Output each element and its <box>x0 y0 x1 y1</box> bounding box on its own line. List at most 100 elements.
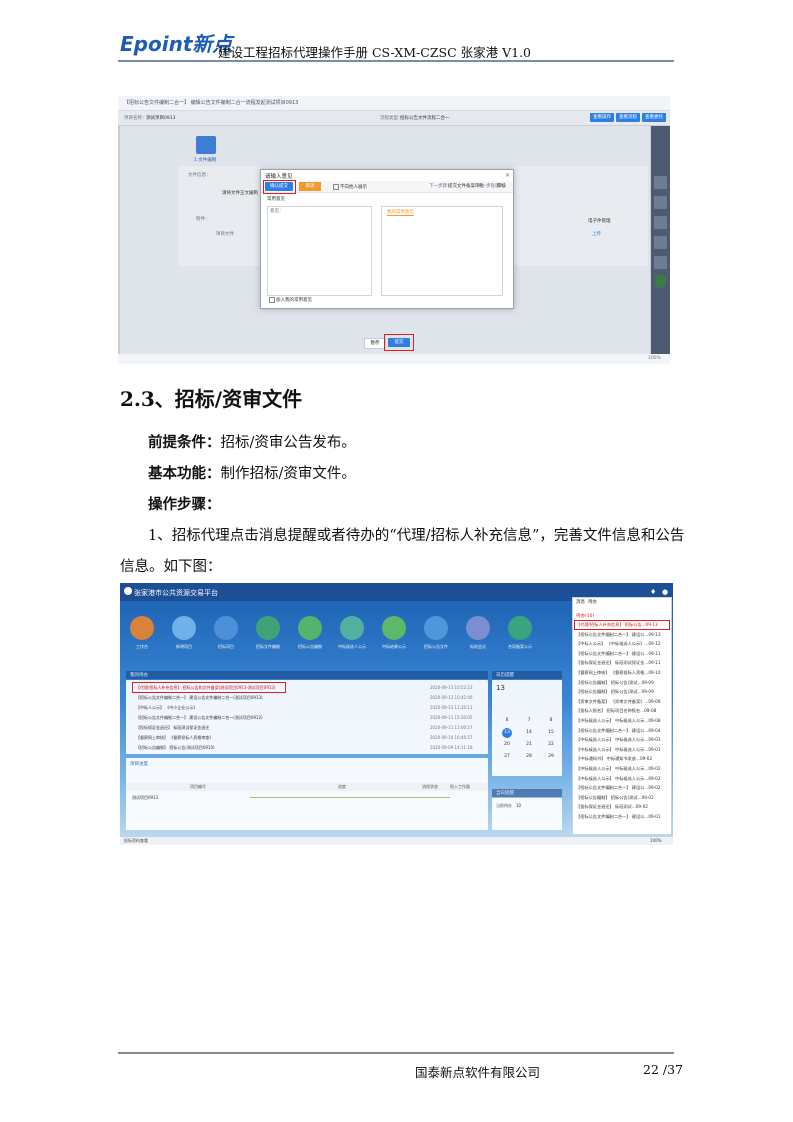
app-new-project-icon[interactable] <box>172 616 196 640</box>
figure-platform-dashboard: 张家港市公共资源交易平台 ♦ ● 工作台 新增项目 招标项目 招标文件编制 招标… <box>120 583 673 845</box>
precondition-line: 前提条件：招标/资审公告发布。 <box>148 431 356 452</box>
calendar-date[interactable]: 15 <box>542 730 560 735</box>
message-item[interactable]: 【投标保证金退还】 标段测试...09-02 <box>576 804 648 810</box>
app-candidate-icon[interactable] <box>340 616 364 640</box>
app-project-icon[interactable] <box>214 616 238 640</box>
message-item[interactable]: 【督察网上审核】 《督察投标人资格...09-10 <box>576 670 661 676</box>
add-common-checkbox[interactable] <box>269 297 275 303</box>
message-item[interactable]: 【中标候选人公示】 中标候选人公示...09-02 <box>576 766 661 772</box>
header-rule <box>118 60 674 62</box>
todo-date: 2020-09-12 11:20:11 <box>430 705 473 710</box>
assistant-avatar[interactable] <box>655 274 666 288</box>
project-progress-panel <box>126 758 488 830</box>
todo-item[interactable]: 【督察网上审核】 《督察投标人资格审查》 <box>136 735 213 741</box>
dialog-title: 请输入意见 <box>265 174 293 180</box>
message-item[interactable]: 【招标公告文件编制二合一】 建设公...09-01 <box>576 814 661 820</box>
user-icon[interactable]: ● <box>662 588 668 596</box>
hide-checkbox[interactable] <box>333 184 339 190</box>
project-table-title: 项目进度 <box>130 762 148 767</box>
progress-line <box>250 797 450 798</box>
opinion-textarea[interactable] <box>267 206 372 296</box>
todo-item[interactable]: 【招标公告文件编制二合一】 建设公告文件编制二合一(测试项目0912) <box>136 715 263 721</box>
app-contract-icon[interactable] <box>508 616 532 640</box>
side-record-button[interactable] <box>654 236 667 249</box>
bell-icon[interactable]: ♦ <box>650 588 656 596</box>
zoom-level: 100% <box>648 356 661 361</box>
message-item[interactable]: 【中标候选人公示】 中标候选人公示...09-02 <box>576 776 661 782</box>
message-item[interactable]: 【中标候选人公示】 中标候选人公示...09-03 <box>576 737 661 743</box>
todo-item[interactable]: 【招标公告文件编制二合一】 建设公告文件编制二合一(测试项目0913) <box>136 695 263 701</box>
function-line: 基本功能：制作招标/资审文件。 <box>148 462 356 483</box>
calendar-date[interactable]: 14 <box>520 730 538 735</box>
hide-checkbox-label: 不向他人展示 <box>340 185 367 190</box>
common-opinion-tab[interactable]: 常用意见 <box>267 196 285 202</box>
calendar-date[interactable]: 27 <box>498 754 516 759</box>
zoom-level: 100% <box>650 838 662 843</box>
todo-item[interactable]: 【招标公告编制】 招标公告(测试项目0910) <box>136 745 215 751</box>
side-flow-button[interactable] <box>654 216 667 229</box>
side-remind-button[interactable] <box>654 176 667 189</box>
message-item[interactable]: 【中标候选人公示】 中标候选人公示...09-08 <box>576 718 661 724</box>
highlight-confirm <box>263 180 296 194</box>
pending-count: 10 <box>516 803 522 808</box>
side-attachment-button[interactable] <box>654 256 667 269</box>
message-item[interactable]: 【中标通知书】 中标通知书发放...09-02 <box>576 756 652 762</box>
electronic-file-manage[interactable]: 电子件管理 <box>588 218 611 224</box>
pending-label: 当前待办 <box>496 803 512 808</box>
calendar-date[interactable]: 13 <box>498 730 516 735</box>
cancel-button[interactable]: 取消 <box>299 182 321 191</box>
todo-item[interactable]: 【投标保证金退还】 标段测试保证金退还 <box>136 725 209 731</box>
side-help-button[interactable] <box>654 196 667 209</box>
app-label: 中标候选人公示 <box>338 644 366 649</box>
calendar-date[interactable]: 7 <box>520 718 538 723</box>
message-item[interactable]: 【招标公告编制】 招标公告(测试...09-09 <box>576 680 654 686</box>
message-item[interactable]: 【招标公告编制】 招标公告(测试...09-02 <box>576 795 654 801</box>
message-item[interactable]: 【招标公告文件编制二合一】 建设公...09-04 <box>576 728 661 734</box>
app-label: 新增项目 <box>176 644 192 649</box>
todo-date: 2020-09-09 14:11:18 <box>430 745 473 750</box>
calendar-date[interactable]: 28 <box>520 754 538 759</box>
calendar-date[interactable]: 29 <box>542 754 560 759</box>
common-opinion-title[interactable]: 我的常用意见 <box>387 209 414 216</box>
close-icon[interactable]: × <box>505 172 510 179</box>
message-item[interactable]: 【招标公告文件编制二合一】 建设公...09-02 <box>576 785 661 791</box>
app-result-icon[interactable] <box>382 616 406 640</box>
message-item[interactable]: 【代理/招标人补充信息】 招标公告...09-13 <box>576 622 658 628</box>
save-draft-button[interactable]: 暂存 <box>364 338 386 349</box>
calendar-date[interactable]: 21 <box>520 742 538 747</box>
message-item[interactable]: 【招标公告文件编制二合一】 建设公...09-11 <box>576 651 661 657</box>
project-col-workload: 投入工作量 <box>450 784 470 789</box>
message-item[interactable]: 【中标候选人公示】 中标候选人公示...09-03 <box>576 747 661 753</box>
calendar-date[interactable]: 8 <box>542 718 560 723</box>
calendar-date[interactable]: 6 <box>498 718 516 723</box>
message-item[interactable]: 【投标人报名】 招标项目名称报名...09-08 <box>576 708 656 714</box>
upload-link[interactable]: 上传 <box>592 231 601 237</box>
message-tab[interactable]: 消息 <box>576 599 585 605</box>
view-delegate-button[interactable]: 查看委托 <box>642 113 666 122</box>
app-meeting-icon[interactable] <box>466 616 490 640</box>
calendar-date[interactable]: 20 <box>498 742 516 747</box>
todo-tab[interactable]: 待办 <box>588 599 597 605</box>
view-flow-button[interactable]: 查看流程 <box>616 113 640 122</box>
message-item[interactable]: 【招标公告文件编制二合一】 建设公...09-13 <box>576 632 661 638</box>
common-opinion-list <box>381 206 503 296</box>
platform-title: 张家港市公共资源交易平台 <box>134 589 218 597</box>
app-workbench-icon[interactable] <box>130 616 154 640</box>
todo-item[interactable]: 【中标人公示】 《中小企业公示》 <box>136 705 197 711</box>
precondition-text: 招标/资审公告发布。 <box>220 435 356 451</box>
app-doc-icon[interactable] <box>256 616 280 640</box>
app-file-icon[interactable] <box>424 616 448 640</box>
message-item[interactable]: 【中标人公示】 《中标候选人公示》...09-12 <box>576 641 661 647</box>
todo-date: 2020-09-11 15:30:05 <box>430 715 473 720</box>
opinion-label: 意见： <box>270 209 284 214</box>
precondition-label: 前提条件： <box>148 434 221 451</box>
step1-line2: 信息。如下图： <box>120 559 222 575</box>
app-notice-icon[interactable] <box>298 616 322 640</box>
message-item[interactable]: 【投标保证金退还】 标段测试保证金...09-11 <box>576 660 661 666</box>
message-item[interactable]: 【招标公告编制】 招标公告(测试...09-09 <box>576 689 654 695</box>
todo-count: 待办(10) <box>576 614 595 619</box>
project-row[interactable]: 测试项目0913 <box>132 795 158 801</box>
calendar-date[interactable]: 22 <box>542 742 560 747</box>
message-item[interactable]: 【资审文件备案】 《资审文件备案》...09-09 <box>576 699 661 705</box>
view-operation-button[interactable]: 查看操作 <box>590 113 614 122</box>
